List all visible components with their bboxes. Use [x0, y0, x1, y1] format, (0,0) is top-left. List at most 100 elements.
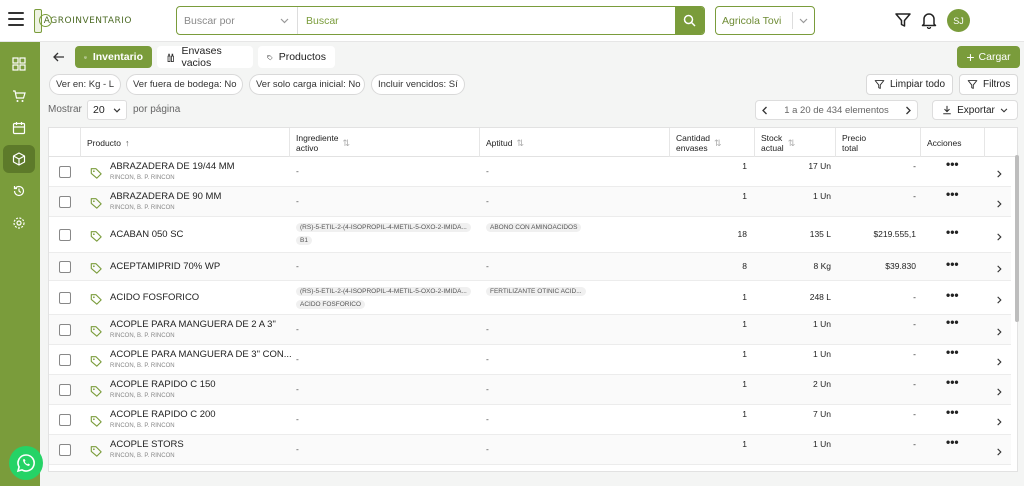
table-row[interactable]: ABRAZADERA DE 19/44 MM RINCON, B. P. RINC…	[49, 157, 1011, 187]
column-aptitud[interactable]: Aptitud ⇅	[480, 128, 670, 157]
row-actions-icon[interactable]: •••	[946, 225, 959, 239]
row-actions-icon[interactable]: •••	[946, 375, 959, 389]
chevron-right-icon[interactable]	[995, 418, 1003, 426]
bell-icon[interactable]	[920, 11, 938, 29]
table-row[interactable]: ACABAN 050 SC (RS)-5-ETIL-2-(4-ISOPROPIL-…	[49, 217, 1011, 253]
product-name[interactable]: ACOPLE PARA MANGUERA DE 2 A 3"	[110, 319, 276, 330]
chevron-right-icon[interactable]	[995, 265, 1003, 273]
tab-label: Inventario	[92, 51, 143, 63]
row-checkbox[interactable]	[59, 196, 71, 208]
sidebar-item-settings[interactable]	[3, 209, 35, 237]
export-button[interactable]: Exportar	[932, 100, 1018, 120]
table-row[interactable]: ABRAZADERA DE 90 MM RINCON, B. P. RINCON -…	[49, 187, 1011, 217]
menu-icon[interactable]	[8, 12, 24, 26]
limpiar-todo-button[interactable]: Limpiar todo	[866, 74, 954, 95]
avatar[interactable]: SJ	[947, 9, 970, 32]
row-checkbox[interactable]	[59, 444, 71, 456]
row-checkbox[interactable]	[59, 261, 71, 273]
chevron-right-icon[interactable]	[995, 448, 1003, 456]
whatsapp-button[interactable]	[9, 446, 43, 480]
chevron-right-icon[interactable]	[995, 358, 1003, 366]
chevron-right-icon[interactable]	[995, 328, 1003, 336]
row-actions-icon[interactable]: •••	[946, 315, 959, 329]
sidebar-item-dashboard[interactable]	[3, 50, 35, 78]
table-scrollbar[interactable]	[1015, 155, 1019, 322]
tab-envases-vacios[interactable]: Envases vacios	[157, 45, 253, 69]
column-cantidad[interactable]: Cantidad envases ⇅	[670, 128, 755, 157]
inventory-table: Producto ↑ Ingrediente activo ⇅ Aptitud ⇅…	[48, 127, 1018, 472]
search-input[interactable]	[298, 7, 675, 34]
row-actions-icon[interactable]: •••	[946, 405, 959, 419]
row-checkbox[interactable]	[59, 292, 71, 304]
product-name[interactable]: ACOPLE RAPIDO C 150	[110, 379, 216, 390]
row-actions-icon[interactable]: •••	[946, 157, 959, 171]
row-actions-icon[interactable]: •••	[946, 345, 959, 359]
search-button[interactable]	[675, 7, 704, 34]
product-name[interactable]: ACABAN 050 SC	[110, 229, 183, 240]
table-row[interactable]: ACOPLE RAPIDO C 200 RINCON, B. P. RINCON -…	[49, 405, 1011, 435]
chevron-right-icon[interactable]	[995, 200, 1003, 208]
tab-productos[interactable]: Productos	[258, 46, 335, 68]
whatsapp-icon	[16, 454, 35, 473]
page-size-select[interactable]: 20	[87, 100, 127, 120]
calendar-icon	[12, 122, 26, 135]
tag-icon	[90, 386, 102, 397]
chevron-right-icon[interactable]	[995, 233, 1003, 241]
filter-chip-fuera-bodega[interactable]: Ver fuera de bodega: No	[126, 74, 243, 95]
filtros-button[interactable]: Filtros	[959, 74, 1019, 95]
chevron-right-icon[interactable]	[995, 388, 1003, 396]
ingrediente-cell: (RS)-5-ETIL-2-(4-ISOPROPIL-4-METIL-5-OXO…	[296, 221, 481, 247]
filter-icon[interactable]	[894, 11, 912, 29]
product-name[interactable]: ABRAZADERA DE 90 MM	[110, 191, 221, 202]
sidebar-item-inventory[interactable]	[3, 145, 35, 173]
column-label-line2: total	[842, 142, 859, 153]
cargar-button[interactable]: + Cargar	[957, 46, 1020, 68]
row-checkbox[interactable]	[59, 324, 71, 336]
column-stock[interactable]: Stock actual ⇅	[755, 128, 836, 157]
sidebar-item-cart[interactable]	[3, 82, 35, 110]
row-actions-icon[interactable]: •••	[946, 435, 959, 449]
row-checkbox[interactable]	[59, 229, 71, 241]
sidebar-item-calendar[interactable]	[3, 114, 35, 142]
chevron-right-icon[interactable]	[904, 106, 912, 115]
table-row[interactable]: ACOPLE PARA MANGUERA DE 2 A 3" RINCON, B.…	[49, 315, 1011, 345]
company-select[interactable]: Agricola Tovi	[715, 6, 815, 35]
search-by-select[interactable]: Buscar por	[177, 7, 298, 34]
row-checkbox[interactable]	[59, 166, 71, 178]
table-row[interactable]: ACIDO FOSFORICO (RS)-5-ETIL-2-(4-ISOPROPI…	[49, 281, 1011, 315]
chevron-left-icon[interactable]	[761, 106, 769, 115]
filter-chip-unit[interactable]: Ver en: Kg - L	[49, 74, 121, 95]
tab-inventario[interactable]: Inventario	[75, 46, 152, 68]
table-row[interactable]: ACOPLE STORS RINCON, B. P. RINCON - - 1 1 Un -…	[49, 435, 1011, 465]
column-ingrediente[interactable]: Ingrediente activo ⇅	[290, 128, 480, 157]
row-actions-icon[interactable]: •••	[946, 257, 959, 271]
sidebar-item-history[interactable]	[3, 177, 35, 205]
filter-chip-vencidos[interactable]: Incluir vencidos: Sí	[371, 74, 465, 95]
row-checkbox[interactable]	[59, 354, 71, 366]
product-name[interactable]: ABRAZADERA DE 19/44 MM	[110, 161, 235, 172]
ingrediente-cell: -	[296, 166, 299, 176]
ingrediente-pill: ACIDO FOSFORICO	[296, 300, 366, 309]
table-row[interactable]: ACOPLE PARA MANGUERA DE 3" CON... RINCON,…	[49, 345, 1011, 375]
product-name[interactable]: ACOPLE RAPIDO C 200	[110, 409, 216, 420]
column-precio[interactable]: Precio total	[836, 128, 921, 157]
table-row[interactable]: ACOPLE RAPIDO C 150 RINCON, B. P. RINCON -…	[49, 375, 1011, 405]
row-checkbox[interactable]	[59, 414, 71, 426]
filter-chip-carga-inicial[interactable]: Ver solo carga inicial: No	[249, 74, 365, 95]
column-producto[interactable]: Producto ↑	[81, 128, 290, 157]
chevron-right-icon[interactable]	[995, 296, 1003, 304]
history-icon	[13, 185, 25, 197]
row-checkbox[interactable]	[59, 384, 71, 396]
app-logo[interactable]: AGROINVENTARIO	[34, 7, 132, 35]
tag-icon	[267, 54, 273, 60]
product-name[interactable]: ACOPLE PARA MANGUERA DE 3" CON...	[110, 349, 292, 360]
product-name[interactable]: ACOPLE STORS	[110, 439, 184, 450]
chevron-right-icon[interactable]	[995, 170, 1003, 178]
back-arrow-icon[interactable]	[51, 49, 67, 65]
row-actions-icon[interactable]: •••	[946, 288, 959, 302]
row-actions-icon[interactable]: •••	[946, 187, 959, 201]
column-label: Aptitud	[486, 137, 513, 148]
product-name[interactable]: ACIDO FOSFORICO	[110, 292, 199, 303]
table-row[interactable]: ACEPTAMIPRID 70% WP - - 8 8 Kg $39.830 •••	[49, 253, 1011, 281]
product-name[interactable]: ACEPTAMIPRID 70% WP	[110, 261, 220, 272]
